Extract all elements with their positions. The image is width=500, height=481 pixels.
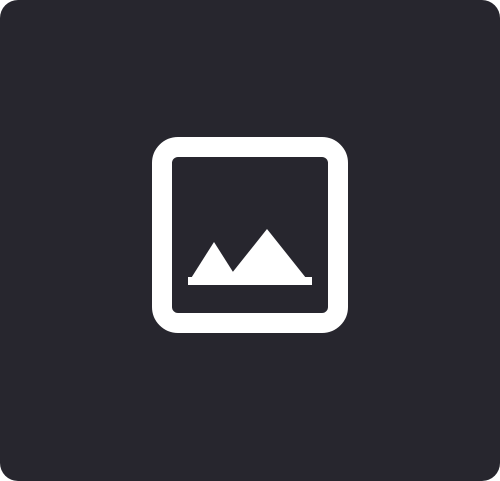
image-icon-graphic [152,136,348,333]
image-icon [152,136,348,333]
image-placeholder-tile[interactable] [0,0,500,481]
image-frame [152,136,348,333]
mountain-large [224,228,310,283]
mountain-base [188,276,312,285]
